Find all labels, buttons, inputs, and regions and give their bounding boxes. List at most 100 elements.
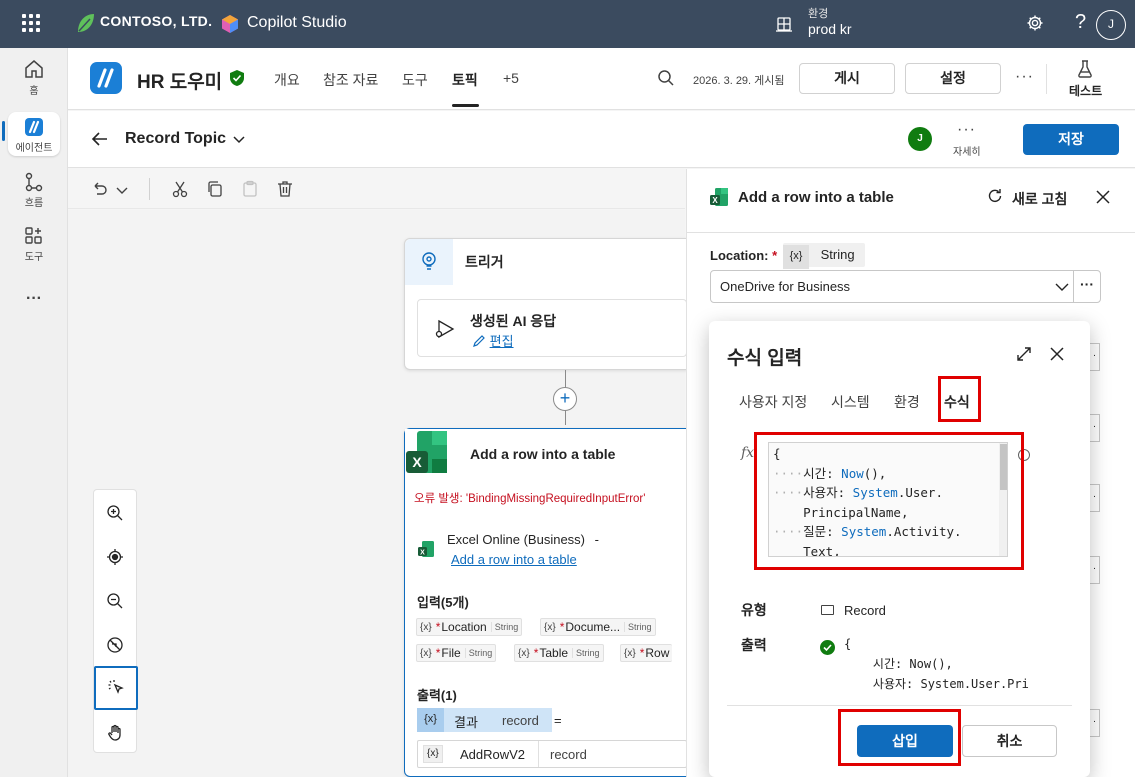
svg-text:X: X (712, 196, 718, 205)
field-more-button[interactable]: · (1090, 343, 1100, 371)
check-circle-icon (820, 640, 835, 658)
svg-text:X: X (420, 550, 425, 557)
undo-dropdown-icon[interactable] (116, 184, 128, 199)
input-chip-document[interactable]: {x} * Docume... String (540, 618, 656, 636)
lightbulb-icon (420, 251, 438, 274)
more-options-button[interactable]: ··· (1015, 68, 1034, 86)
location-dropdown[interactable]: OneDrive for Business ··· (710, 270, 1101, 303)
settings-button[interactable]: 설정 (905, 63, 1001, 94)
tab-more[interactable]: +5 (503, 70, 519, 86)
add-node-button[interactable]: + (553, 387, 577, 411)
tab-system[interactable]: 시스템 (831, 392, 870, 412)
field-more-button[interactable]: · (1090, 709, 1100, 737)
fit-view-icon[interactable] (94, 536, 136, 578)
input-chip-row[interactable]: {x} * Row (620, 644, 673, 662)
environment-value[interactable]: prod kr (808, 21, 852, 37)
zoom-in-icon[interactable] (94, 492, 136, 534)
tab-tools[interactable]: 도구 (402, 70, 428, 90)
outputs-header: 출력(1) (417, 688, 457, 703)
rail-item-label: 흐름 (24, 198, 44, 209)
close-dialog-icon[interactable] (1049, 346, 1065, 365)
rail-more-button[interactable]: ··· (4, 290, 64, 308)
output-label: 출력 (741, 637, 767, 653)
tab-custom[interactable]: 사용자 지정 (739, 392, 807, 412)
collaborator-avatar[interactable]: J (908, 127, 932, 151)
help-icon[interactable]: ? (1075, 11, 1086, 34)
contoso-logo-icon (76, 12, 96, 34)
divider (686, 232, 1135, 233)
refresh-button[interactable]: 새로 고침 (1012, 189, 1067, 209)
tools-icon (25, 227, 42, 244)
tab-overview[interactable]: 개요 (274, 70, 300, 90)
ai-response-trigger-icon (434, 318, 456, 343)
save-button[interactable]: 저장 (1023, 124, 1119, 155)
rail-item-tools[interactable]: 도구 (4, 226, 64, 263)
output-variable-chip[interactable]: {x} 결과 record (417, 708, 552, 732)
close-icon[interactable] (1095, 189, 1111, 208)
field-more-button[interactable]: · (1090, 414, 1100, 442)
svg-text:X: X (412, 454, 422, 470)
paste-icon (241, 180, 259, 201)
refresh-icon[interactable] (987, 188, 1003, 207)
trigger-title: 트리거 (465, 254, 504, 270)
rail-item-agents[interactable]: 에이전트 (8, 112, 60, 156)
product-name: Copilot Studio (247, 14, 347, 31)
location-more-button[interactable]: ··· (1080, 276, 1094, 292)
input-chip-location[interactable]: {x} * Location String (416, 618, 523, 636)
published-status: 2026. 3. 29. 게시됨 (693, 75, 785, 87)
trigger-item-label: 생성된 AI 응답 (470, 313, 557, 329)
input-chip-file[interactable]: {x} * File String (416, 644, 497, 662)
undo-icon[interactable] (91, 180, 109, 201)
formula-editor-highlight (754, 432, 1024, 570)
copy-icon[interactable] (206, 180, 224, 201)
rail-item-label: 에이전트 (15, 143, 53, 154)
back-arrow-icon[interactable] (91, 130, 109, 151)
tab-environment[interactable]: 환경 (894, 392, 920, 412)
gear-icon[interactable] (1026, 14, 1044, 35)
topic-name[interactable]: Record Topic (125, 130, 226, 148)
chevron-down-icon[interactable] (232, 132, 246, 149)
details-more-icon[interactable]: ··· (957, 121, 976, 139)
tab-topics[interactable]: 토픽 (452, 70, 478, 90)
location-type-chip: {x} String (783, 243, 865, 269)
output-binding-field[interactable]: {x} AddRowV2 record (417, 740, 687, 768)
environment-label: 환경 (808, 8, 829, 20)
search-icon[interactable] (657, 69, 675, 90)
select-pointer-icon[interactable] (94, 666, 138, 710)
field-more-button[interactable]: · (1090, 556, 1100, 584)
field-more-button[interactable]: · (1090, 484, 1100, 512)
input-chip-table[interactable]: {x} * Table String (514, 644, 604, 662)
edit-link-label[interactable]: 편집 (490, 334, 514, 349)
expand-icon[interactable] (1016, 346, 1032, 365)
cut-icon[interactable] (171, 180, 189, 201)
divider (149, 178, 150, 200)
action-link[interactable]: Add a row into a table (451, 552, 577, 567)
cancel-button[interactable]: 취소 (962, 725, 1057, 757)
minimap-off-icon[interactable] (94, 624, 136, 666)
excel-icon-box: X (405, 429, 453, 477)
chevron-down-icon[interactable] (1055, 281, 1069, 296)
zoom-out-icon[interactable] (94, 580, 136, 622)
user-avatar[interactable]: J (1096, 10, 1126, 40)
excel-small-icon: X (417, 540, 435, 561)
edit-link[interactable]: 편집 (472, 331, 514, 350)
agent-name: HR 도우미 (137, 72, 223, 93)
environment-icon[interactable] (775, 15, 793, 36)
publish-button[interactable]: 게시 (799, 63, 895, 94)
test-button-label[interactable]: 테스트 (1069, 82, 1102, 99)
location-value: OneDrive for Business (720, 279, 851, 294)
record-icon (821, 605, 834, 615)
pan-hand-icon[interactable] (94, 712, 136, 754)
app-launcher-icon[interactable] (22, 14, 42, 34)
flow-icon (25, 172, 43, 192)
formula-tab-highlight (938, 376, 981, 422)
tab-knowledge[interactable]: 참조 자료 (323, 70, 378, 90)
details-label[interactable]: 자세히 (953, 143, 981, 158)
rail-item-flows[interactable]: 흐름 (4, 172, 64, 209)
verified-shield-icon (229, 69, 245, 90)
fx-icon: fx (741, 445, 755, 461)
rail-item-home[interactable]: 홈 (4, 58, 64, 98)
flask-icon[interactable] (1077, 60, 1093, 81)
active-tab-indicator (452, 104, 479, 107)
delete-icon[interactable] (276, 180, 294, 201)
